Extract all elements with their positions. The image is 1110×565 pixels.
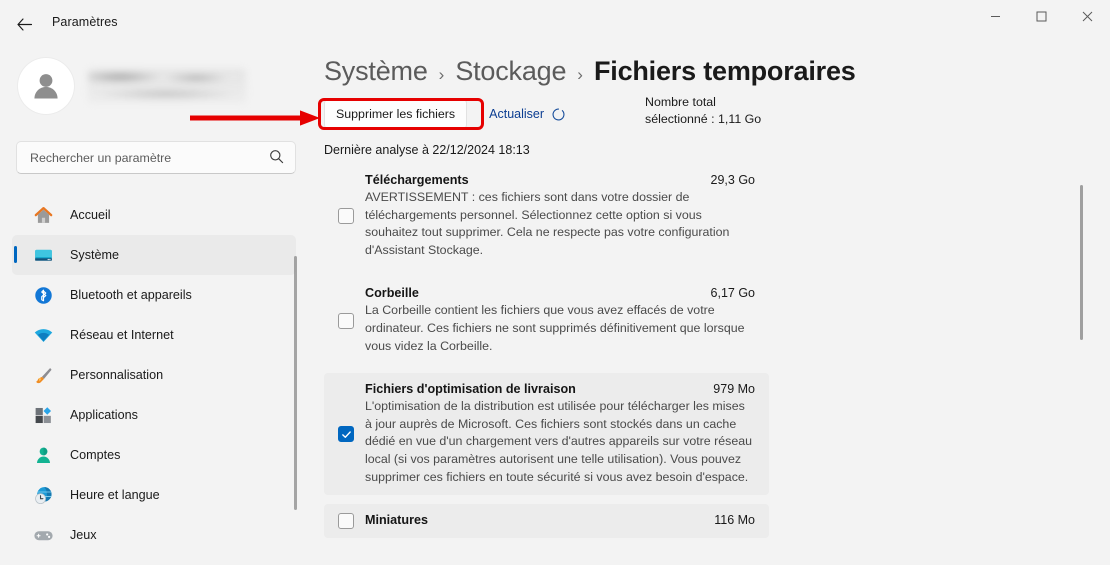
- item-checkbox[interactable]: [338, 426, 354, 443]
- monitor-icon: [30, 242, 56, 268]
- minimize-button[interactable]: [972, 0, 1018, 32]
- close-button[interactable]: [1064, 0, 1110, 32]
- paintbrush-icon: [30, 362, 56, 388]
- sidebar-item-label: Heure et langue: [70, 488, 160, 502]
- home-icon: [30, 202, 56, 228]
- account-icon: [30, 442, 56, 468]
- temp-files-list: Téléchargements 29,3 Go AVERTISSEMENT : …: [324, 164, 784, 565]
- refresh-link-label: Actualiser: [489, 107, 545, 121]
- sidebar-item-jeux[interactable]: Jeux: [12, 515, 296, 555]
- item-title: Miniatures: [365, 513, 428, 528]
- back-arrow-icon: [16, 17, 32, 31]
- item-title: Téléchargements: [365, 173, 469, 187]
- item-title: Fichiers d'optimisation de livraison: [365, 382, 576, 397]
- item-head: Fichiers d'optimisation de livraison 979…: [365, 382, 755, 396]
- wifi-icon: [30, 322, 56, 348]
- total-selected-line2: sélectionné : 1,11 Go: [645, 112, 762, 126]
- title-bar: Paramètres: [0, 0, 1110, 48]
- total-selected-line1: Nombre total: [645, 95, 716, 109]
- sidebar-item-label: Comptes: [70, 448, 121, 462]
- list-item[interactable]: Téléchargements 29,3 Go AVERTISSEMENT : …: [324, 164, 769, 268]
- sidebar-item-comptes[interactable]: Comptes: [12, 435, 296, 475]
- item-head: Téléchargements 29,3 Go: [365, 173, 755, 187]
- last-scan-text: Dernière analyse à 22/12/2024 18:13: [324, 143, 530, 157]
- page-title: Fichiers temporaires: [593, 56, 856, 86]
- breadcrumb: Système › Stockage › Fichiers temporaire…: [324, 56, 856, 87]
- item-checkbox[interactable]: [338, 513, 354, 530]
- main-scrollbar[interactable]: [1080, 185, 1083, 340]
- search-box[interactable]: [16, 141, 296, 174]
- list-item[interactable]: Miniatures 116 Mo: [324, 504, 769, 539]
- sidebar-item-label: Applications: [70, 408, 138, 422]
- maximize-button[interactable]: [1018, 0, 1064, 32]
- sidebar-item-reseau[interactable]: Réseau et Internet: [12, 315, 296, 355]
- sidebar-item-systeme[interactable]: Système: [12, 235, 296, 275]
- breadcrumb-systeme[interactable]: Système: [324, 56, 428, 87]
- item-body: Fichiers d'optimisation de livraison 979…: [365, 382, 769, 486]
- item-size: 979 Mo: [713, 382, 755, 397]
- item-size: 116 Mo: [714, 513, 755, 528]
- item-description: La Corbeille contient les fichiers que v…: [365, 303, 745, 353]
- sidebar-scrollbar[interactable]: [294, 256, 297, 510]
- sidebar-item-label: Réseau et Internet: [70, 328, 174, 342]
- item-description: AVERTISSEMENT : ces fichiers sont dans v…: [365, 190, 730, 257]
- sidebar-item-label: Bluetooth et appareils: [70, 288, 192, 302]
- list-item[interactable]: Fichiers d'optimisation de livraison 979…: [324, 373, 769, 496]
- sidebar-item-personnalisation[interactable]: Personnalisation: [12, 355, 296, 395]
- sidebar-item-label: Jeux: [70, 528, 97, 542]
- person-avatar-icon: [34, 74, 58, 99]
- item-size: 29,3 Go: [710, 173, 755, 187]
- main-content: Système › Stockage › Fichiers temporaire…: [310, 48, 1110, 565]
- delete-files-button[interactable]: Supprimer les fichiers: [324, 99, 468, 129]
- chevron-right-icon: ›: [577, 65, 583, 84]
- item-head: Miniatures 116 Mo: [365, 513, 755, 527]
- refresh-spinner-icon: [551, 107, 566, 122]
- action-row: Supprimer les fichiers Actualiser: [324, 99, 566, 129]
- avatar: [18, 58, 74, 114]
- item-description: L'optimisation de la distribution est ut…: [365, 399, 753, 484]
- window-title: Paramètres: [52, 15, 118, 29]
- search-input[interactable]: [28, 149, 248, 166]
- settings-window: Paramètres Rechercher un paramètre Accue…: [0, 0, 1110, 565]
- account-profile[interactable]: [18, 58, 246, 114]
- chevron-right-icon: ›: [438, 65, 445, 84]
- sidebar-item-accueil[interactable]: Accueil: [12, 195, 296, 235]
- list-item[interactable]: Corbeille 6,17 Go La Corbeille contient …: [324, 277, 769, 364]
- window-controls: [972, 0, 1110, 32]
- item-body: Téléchargements 29,3 Go AVERTISSEMENT : …: [365, 173, 769, 259]
- clock-globe-icon: [30, 482, 56, 508]
- sidebar-item-label: Système: [70, 248, 119, 262]
- sidebar-nav: Accueil Système Bluetooth et appareils R…: [0, 195, 310, 565]
- item-body: Miniatures 116 Mo: [365, 513, 769, 529]
- item-body: Corbeille 6,17 Go La Corbeille contient …: [365, 286, 769, 355]
- item-head: Corbeille 6,17 Go: [365, 286, 755, 300]
- sidebar-item-bluetooth[interactable]: Bluetooth et appareils: [12, 275, 296, 315]
- sidebar-item-label: Accueil: [70, 208, 111, 222]
- close-icon: [1082, 11, 1092, 21]
- sidebar-item-applications[interactable]: Applications: [12, 395, 296, 435]
- search-icon: [269, 149, 284, 169]
- sidebar-item-label: Personnalisation: [70, 368, 164, 382]
- item-size: 6,17 Go: [710, 286, 755, 301]
- back-button[interactable]: [8, 8, 40, 40]
- sidebar-item-heure-langue[interactable]: Heure et langue: [12, 475, 296, 515]
- gamepad-icon: [30, 522, 56, 548]
- apps-icon: [30, 402, 56, 428]
- bluetooth-icon: [30, 282, 56, 308]
- refresh-link[interactable]: Actualiser: [489, 107, 566, 122]
- item-checkbox[interactable]: [338, 208, 354, 225]
- breadcrumb-stockage[interactable]: Stockage: [455, 56, 566, 87]
- maximize-icon: [1036, 11, 1046, 21]
- sidebar: Accueil Système: [0, 48, 310, 565]
- item-title: Corbeille: [365, 286, 419, 301]
- account-name-redacted: [88, 69, 246, 103]
- total-selected-label: Nombre total sélectionné : 1,11 Go: [645, 94, 835, 128]
- item-checkbox[interactable]: [338, 312, 354, 329]
- minimize-icon: [990, 15, 1000, 17]
